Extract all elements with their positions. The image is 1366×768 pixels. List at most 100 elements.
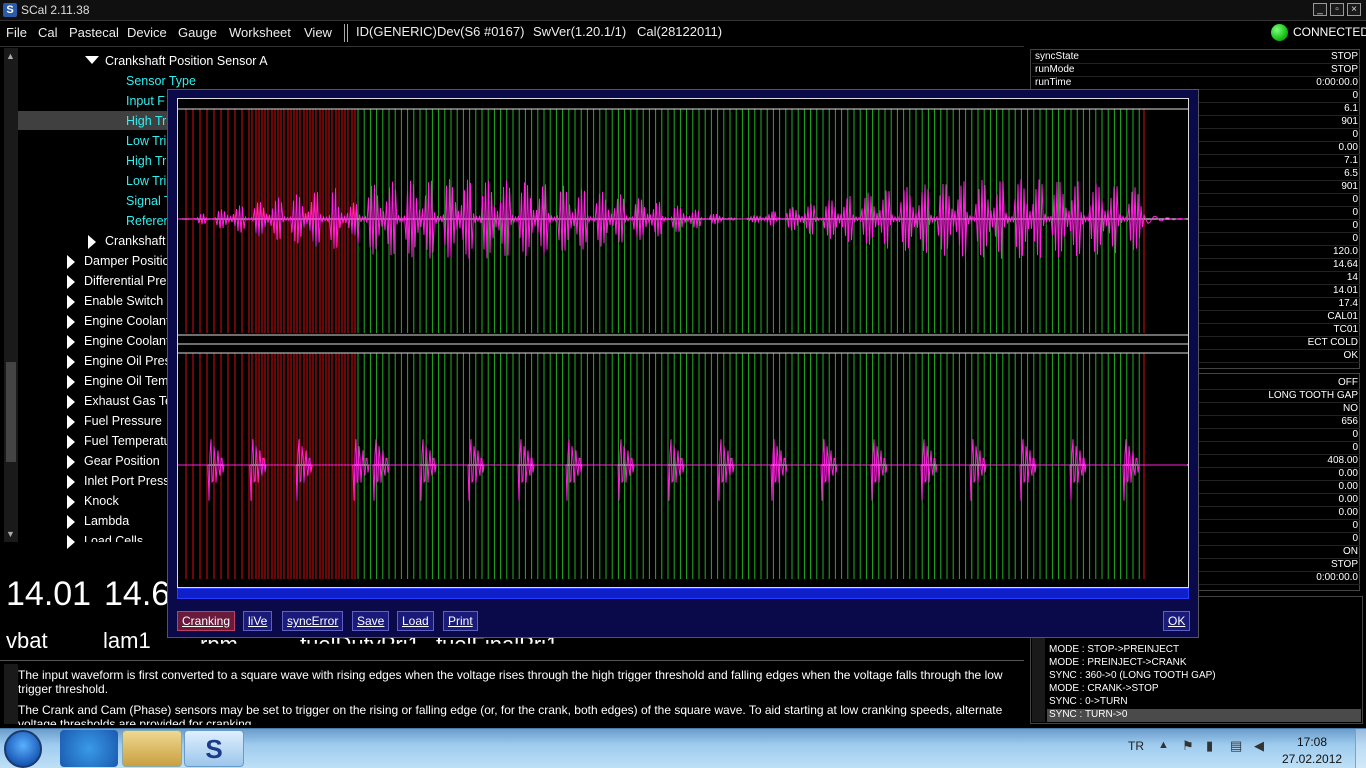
tree-group-3[interactable]: Engine Coolant xyxy=(84,314,169,328)
gauge-lam1-value: 14.6 xyxy=(104,575,171,613)
explorer-icon[interactable] xyxy=(122,730,182,767)
param-row[interactable]: runMode STOP xyxy=(1032,64,1360,77)
menu-view[interactable]: View xyxy=(304,25,332,40)
expand-right-icon[interactable] xyxy=(67,535,75,549)
network-icon[interactable]: ▤ xyxy=(1230,738,1242,754)
tree-child-3[interactable]: Low Tri xyxy=(126,134,166,148)
tree-child-7[interactable]: Referen xyxy=(126,214,170,228)
tree-group-4[interactable]: Engine Coolant xyxy=(84,334,169,348)
expand-right-icon[interactable] xyxy=(67,275,75,289)
expand-right-icon[interactable] xyxy=(67,475,75,489)
clock-time: 17:08 xyxy=(1296,735,1328,749)
clock[interactable]: 17:08 27.02.2012 xyxy=(1282,734,1342,768)
tree-group-0[interactable]: Damper Position xyxy=(84,254,176,268)
maximize-button[interactable]: ▫ xyxy=(1330,3,1344,16)
flag-icon[interactable]: ⚑ xyxy=(1182,738,1194,754)
language-indicator[interactable]: TR xyxy=(1128,739,1144,753)
tree-group-9[interactable]: Fuel Temperatu xyxy=(84,434,171,448)
live-button[interactable]: liVe xyxy=(243,611,273,631)
expand-right-icon[interactable] xyxy=(67,395,75,409)
expand-right-icon[interactable] xyxy=(67,415,75,429)
sync-error-button[interactable]: syncError xyxy=(282,611,344,631)
print-button[interactable]: Print xyxy=(443,611,478,631)
menu-worksheet[interactable]: Worksheet xyxy=(229,25,291,40)
expand-right-icon[interactable] xyxy=(67,375,75,389)
minimize-button[interactable]: _ xyxy=(1313,3,1327,16)
load-button[interactable]: Load xyxy=(397,611,434,631)
tray-up-icon[interactable]: ▲ xyxy=(1158,739,1169,751)
clock-date: 27.02.2012 xyxy=(1282,752,1343,766)
param-value: 14.01 xyxy=(1332,285,1358,296)
tree-child-0[interactable]: Sensor Type xyxy=(126,74,196,88)
tree-group-13[interactable]: Lambda xyxy=(84,514,129,528)
tree-group-12[interactable]: Knock xyxy=(84,494,119,508)
volume-icon[interactable]: ◀ xyxy=(1254,738,1264,754)
log-entry[interactable]: MODE : PREINJECT->CRANK xyxy=(1047,657,1361,670)
tree-child-5[interactable]: Low Tri xyxy=(126,174,166,188)
log-entry[interactable]: MODE : CRANK->STOP xyxy=(1047,683,1361,696)
menu-device[interactable]: Device xyxy=(127,25,167,40)
expand-right-icon[interactable] xyxy=(67,515,75,529)
param-value: ECT COLD xyxy=(1307,337,1358,348)
tree-child-1[interactable]: Input F xyxy=(126,94,165,108)
menu-file[interactable]: File xyxy=(6,25,27,40)
help-paragraph-1: The input waveform is first converted to… xyxy=(18,668,1003,696)
tree-scrollbar[interactable] xyxy=(4,48,18,542)
tree-group-2[interactable]: Enable Switch xyxy=(84,294,163,308)
gauge-label-vbat: vbat xyxy=(6,628,48,653)
scope-plot[interactable] xyxy=(177,98,1189,588)
scroll-up-icon[interactable]: ▲ xyxy=(6,51,15,61)
tree-group-8[interactable]: Fuel Pressure xyxy=(84,414,162,428)
param-name: runTime xyxy=(1035,77,1072,88)
param2-value: 0 xyxy=(1352,520,1358,531)
tree-group-crank-a[interactable]: Crankshaft Position Sensor A xyxy=(105,54,268,68)
close-button[interactable]: × xyxy=(1347,3,1361,16)
log-entry[interactable]: SYNC : TURN->0 xyxy=(1047,709,1361,722)
param-name: syncState xyxy=(1035,51,1079,62)
start-button[interactable] xyxy=(4,730,42,768)
tree-group-7[interactable]: Exhaust Gas Te xyxy=(84,394,172,408)
log-entry[interactable]: SYNC : 360->0 (LONG TOOTH GAP) xyxy=(1047,670,1361,683)
menu-pastecal[interactable]: Pastecal xyxy=(69,25,119,40)
tree-child-2[interactable]: High Tr xyxy=(126,114,166,128)
gauge-vbat-value: 14.01 xyxy=(6,575,92,613)
expand-right-icon[interactable] xyxy=(67,495,75,509)
expand-right-icon[interactable] xyxy=(67,435,75,449)
menu-gauge[interactable]: Gauge xyxy=(178,25,217,40)
tree-group-10[interactable]: Gear Position xyxy=(84,454,160,468)
expand-right-icon[interactable] xyxy=(67,335,75,349)
expand-right-icon[interactable] xyxy=(67,295,75,309)
scal-taskbar-icon[interactable]: S xyxy=(184,730,244,767)
param2-value: 0 xyxy=(1352,442,1358,453)
menu-cal[interactable]: Cal xyxy=(38,25,58,40)
save-button[interactable]: Save xyxy=(352,611,390,631)
tree-group-1[interactable]: Differential Pres xyxy=(84,274,173,288)
expand-right-icon[interactable] xyxy=(67,315,75,329)
ok-button[interactable]: OK xyxy=(1163,611,1191,631)
scope-scrollbar[interactable] xyxy=(177,588,1189,599)
battery-icon[interactable]: ▮ xyxy=(1206,738,1213,754)
param-row[interactable]: syncState STOP xyxy=(1032,51,1360,64)
expand-right-icon[interactable] xyxy=(67,255,75,269)
help-scrollbar[interactable] xyxy=(4,664,18,724)
tree-group-14[interactable]: Load Cells xyxy=(84,534,143,542)
tree-child-4[interactable]: High Tr xyxy=(126,154,166,168)
collapse-right-icon[interactable] xyxy=(88,235,96,249)
tree-group-11[interactable]: Inlet Port Press xyxy=(84,474,169,488)
expand-right-icon[interactable] xyxy=(67,355,75,369)
scroll-down-icon[interactable]: ▼ xyxy=(6,529,15,539)
tree-child-6[interactable]: Signal T xyxy=(126,194,172,208)
gauge-label-lam1: lam1 xyxy=(103,628,151,653)
tree-scroll-thumb[interactable] xyxy=(6,362,16,462)
cranking-button[interactable]: Cranking xyxy=(177,611,236,631)
tree-group-5[interactable]: Engine Oil Press xyxy=(84,354,177,368)
tree-group-6[interactable]: Engine Oil Tem xyxy=(84,374,169,388)
show-desktop-button[interactable] xyxy=(1355,729,1366,768)
expand-right-icon[interactable] xyxy=(67,455,75,469)
param-value: 0 xyxy=(1352,129,1358,140)
tree-item-crankshaft[interactable]: Crankshaft xyxy=(105,234,165,248)
log-entry[interactable]: SYNC : 0->TURN xyxy=(1047,696,1361,709)
log-entry[interactable]: MODE : STOP->PREINJECT xyxy=(1047,644,1361,657)
ie-icon[interactable] xyxy=(60,730,118,767)
expand-down-icon[interactable] xyxy=(85,56,99,64)
